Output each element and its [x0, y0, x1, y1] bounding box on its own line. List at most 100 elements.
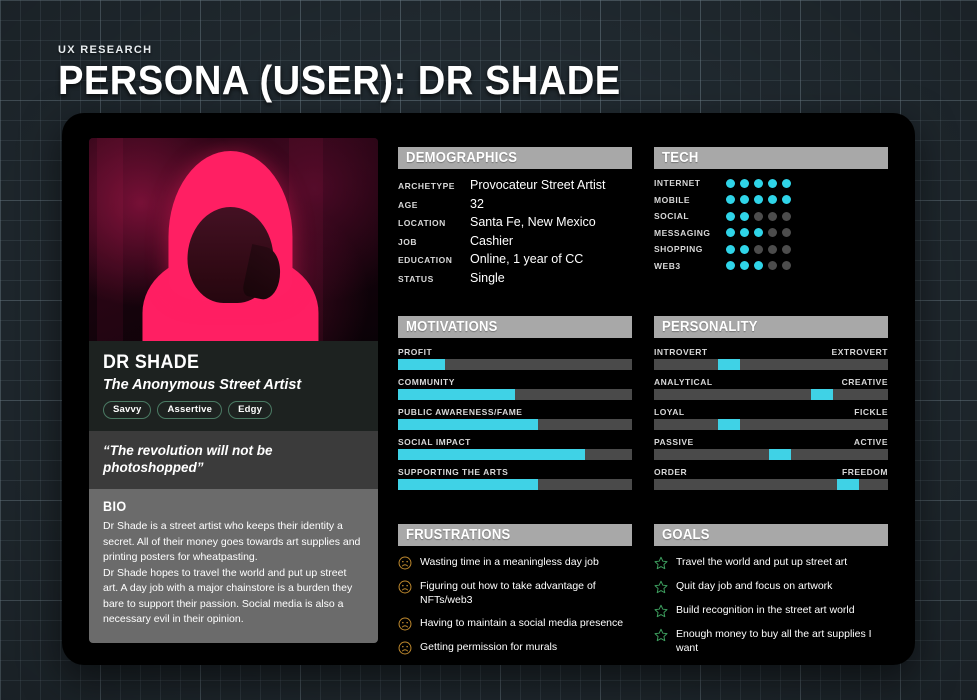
rating-dot-filled — [726, 211, 735, 221]
star-outline-icon — [654, 628, 668, 642]
tech-rating-dots — [726, 195, 791, 204]
bio-heading: BIO — [103, 498, 127, 514]
tech-row: SHOPPING — [654, 244, 888, 254]
demographics-row: JOB Cashier — [398, 234, 632, 248]
rating-dot-filled — [740, 178, 749, 188]
personality-label-left: INTROVERT — [654, 347, 708, 357]
personality-labels: PASSIVE ACTIVE — [654, 437, 888, 447]
star-outline-icon — [654, 580, 668, 594]
motivation-row: SOCIAL IMPACT — [398, 437, 632, 460]
tech-rating-dots — [726, 228, 791, 237]
personality-slider-track[interactable] — [654, 449, 888, 460]
goal-text: Build recognition in the street art worl… — [676, 604, 855, 616]
demographics-value: Provocateur Street Artist — [470, 178, 606, 192]
persona-quote-block: “The revolution will not be photoshopped… — [89, 431, 378, 489]
personality-slider-track[interactable] — [654, 479, 888, 490]
personality-labels: INTROVERT EXTROVERT — [654, 347, 888, 357]
tech-rating-dots — [726, 244, 791, 254]
demographics-row: STATUS Single — [398, 271, 632, 285]
demographics-value: Online, 1 year of CC — [470, 252, 584, 266]
panel-header-goals: GOALS — [654, 524, 888, 546]
rating-dot-filled — [740, 261, 749, 270]
motivation-bar-fill — [398, 479, 539, 490]
panel-header-demographics: DEMOGRAPHICS — [398, 147, 632, 169]
personality-labels: LOYAL FICKLE — [654, 407, 888, 417]
tech-label: INTERNET — [654, 178, 701, 188]
eyebrow-label: UX RESEARCH — [58, 44, 153, 56]
goal-text: Travel the world and put up street art — [676, 556, 848, 568]
motivations-list: PROFIT COMMUNITY PUBLIC AWARENESS/FAME SOCI… — [398, 347, 632, 490]
rating-dot-filled — [740, 211, 749, 221]
demographics-list: ARCHETYPE Provocateur Street Artist AGE … — [398, 178, 632, 285]
rating-dot-filled — [726, 178, 735, 188]
tech-row: SOCIAL — [654, 211, 888, 221]
panel-motivations: MOTIVATIONS PROFIT COMMUNITY PUBLIC AWAREN… — [398, 316, 632, 497]
rating-dot-filled — [726, 244, 735, 254]
panel-header-motivations: MOTIVATIONS — [398, 316, 632, 338]
frustration-text: Figuring out how to take advantage of NF… — [420, 580, 596, 606]
tech-rating-dots — [726, 211, 791, 221]
motivation-label: PROFIT — [398, 347, 433, 357]
tech-label: MESSAGING — [654, 227, 711, 238]
goal-text: Quit day job and focus on artwork — [676, 580, 833, 592]
panel-personality: PERSONALITY INTROVERT EXTROVERT ANALYTICAL… — [654, 316, 888, 497]
persona-tag-list: Savvy Assertive Edgy — [103, 401, 364, 419]
personality-label-right: FREEDOM — [842, 467, 888, 477]
motivation-row: PUBLIC AWARENESS/FAME — [398, 407, 632, 430]
demographics-label: LOCATION — [398, 218, 446, 228]
rating-dot-empty — [754, 211, 763, 221]
goal-text: Enough money to buy all the art supplies… — [676, 628, 872, 654]
personality-slider-track[interactable] — [654, 389, 888, 400]
motivation-label: PUBLIC AWARENESS/FAME — [398, 407, 523, 417]
personality-label-left: PASSIVE — [654, 437, 694, 447]
tech-label: WEB3 — [654, 260, 681, 271]
personality-list: INTROVERT EXTROVERT ANALYTICAL CREATIVE LOYA… — [654, 347, 888, 490]
personality-slider-thumb[interactable] — [769, 449, 792, 460]
personality-label-right: CREATIVE — [841, 377, 888, 387]
demographics-label: AGE — [398, 199, 418, 210]
personality-slider-thumb[interactable] — [837, 479, 860, 490]
personality-slider-thumb[interactable] — [717, 359, 740, 370]
persona-profile-column: DR SHADE The Anonymous Street Artist Sav… — [89, 138, 378, 643]
persona-card: DR SHADE The Anonymous Street Artist Sav… — [62, 113, 915, 665]
persona-tagline: The Anonymous Street Artist — [103, 376, 302, 393]
personality-slider-track[interactable] — [654, 359, 888, 370]
motivation-label: SUPPORTING THE ARTS — [398, 467, 509, 477]
frustration-text: Getting permission for murals — [420, 641, 558, 653]
personality-slider-track[interactable] — [654, 419, 888, 430]
page-header: UX RESEARCH PERSONA (USER): DR SHADE — [58, 44, 663, 103]
portrait-stripe — [97, 138, 123, 341]
motivation-bar-track — [398, 389, 632, 400]
frowning-face-icon — [398, 556, 412, 570]
panel-grid: DEMOGRAPHICS ARCHETYPE Provocateur Stree… — [398, 147, 888, 664]
panel-title-text: TECH — [662, 150, 699, 166]
demographics-row: LOCATION Santa Fe, New Mexico — [398, 215, 632, 229]
personality-slider-thumb[interactable] — [811, 389, 834, 400]
rating-dot-filled — [782, 195, 791, 204]
personality-label-left: LOYAL — [654, 407, 685, 417]
bio-paragraph: Dr Shade is a street artist who keeps th… — [103, 520, 361, 563]
bio-paragraph: Dr Shade hopes to travel the world and p… — [103, 566, 353, 626]
rating-dot-filled — [740, 228, 749, 237]
tech-row: MESSAGING — [654, 228, 888, 238]
motivation-bar-track — [398, 359, 632, 370]
rating-dot-filled — [726, 228, 735, 237]
personality-label-right: FICKLE — [854, 407, 888, 417]
personality-slider-thumb[interactable] — [717, 419, 740, 430]
frowning-face-icon — [398, 617, 412, 631]
persona-name-block: DR SHADE The Anonymous Street Artist Sav… — [89, 341, 378, 431]
personality-label-right: ACTIVE — [853, 437, 888, 447]
tech-list: INTERNET MOBILE SOCIAL MESSAGING SHOPPING WEB… — [654, 178, 888, 271]
rating-dot-filled — [768, 178, 777, 188]
panel-title-text: FRUSTRATIONS — [406, 527, 511, 543]
motivation-bar-track — [398, 479, 632, 490]
persona-tag: Savvy — [103, 401, 152, 419]
rating-dot-empty — [768, 261, 777, 270]
rating-dot-empty — [768, 244, 777, 254]
panel-title-text: MOTIVATIONS — [406, 319, 498, 335]
persona-quote: “The revolution will not be photoshopped… — [103, 443, 273, 475]
panel-tech: TECH INTERNET MOBILE SOCIAL MESSAGING SHOPPI… — [654, 147, 888, 289]
rating-dot-filled — [740, 195, 749, 204]
demographics-label: EDUCATION — [398, 255, 453, 265]
panel-demographics: DEMOGRAPHICS ARCHETYPE Provocateur Stree… — [398, 147, 632, 289]
